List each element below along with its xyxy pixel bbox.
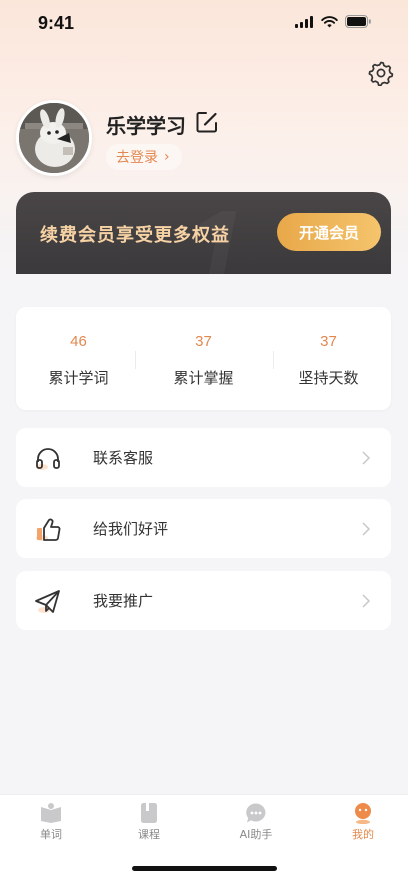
profile-icon xyxy=(355,803,371,824)
menu-item-promote[interactable]: 我要推广 xyxy=(16,571,391,630)
chevron-right-icon xyxy=(362,594,371,608)
divider xyxy=(135,351,136,369)
tab-words[interactable]: 单词 xyxy=(0,795,102,855)
tab-profile[interactable]: 我的 xyxy=(312,795,408,855)
chevron-right-icon: › xyxy=(164,149,170,165)
chat-bubble-icon xyxy=(246,803,266,823)
menu-label: 联系客服 xyxy=(93,449,154,467)
login-label: 去登录 xyxy=(116,150,158,166)
stat-value: 37 xyxy=(320,333,337,350)
menu-label: 给我们好评 xyxy=(93,520,169,538)
stat-words-learned[interactable]: 46 累计学词 xyxy=(16,307,141,410)
settings-button[interactable] xyxy=(368,60,394,87)
avatar-image xyxy=(19,103,89,173)
wifi-icon xyxy=(321,15,338,27)
vip-promo-text: 续费会员享受更多权益 xyxy=(40,225,230,246)
stat-label: 累计学词 xyxy=(48,369,109,387)
stat-streak-days[interactable]: 37 坚持天数 xyxy=(266,307,391,410)
signal-icon xyxy=(295,15,313,28)
tab-label: 课程 xyxy=(138,828,160,841)
vip-banner[interactable]: 1 续费会员享受更多权益 开通会员 xyxy=(16,192,391,274)
notebook-icon xyxy=(141,803,157,823)
gear-icon xyxy=(368,61,394,87)
menu-item-rate-us[interactable]: 给我们好评 xyxy=(16,499,391,558)
stat-value: 46 xyxy=(70,333,87,350)
stat-label: 坚持天数 xyxy=(298,369,359,387)
stat-words-mastered[interactable]: 37 累计掌握 xyxy=(141,307,266,410)
edit-profile-button[interactable] xyxy=(195,110,219,134)
avatar[interactable] xyxy=(16,100,92,176)
stat-label: 累计掌握 xyxy=(173,369,234,387)
menu-item-contact-support[interactable]: 联系客服 xyxy=(16,428,391,487)
book-icon xyxy=(41,803,61,823)
tab-label: 我的 xyxy=(352,828,374,841)
chevron-right-icon xyxy=(362,522,371,536)
chevron-right-icon xyxy=(362,451,371,465)
edit-icon xyxy=(196,112,217,133)
tab-ai-assistant[interactable]: AI助手 xyxy=(205,795,307,855)
stat-value: 37 xyxy=(195,333,212,350)
menu-label: 我要推广 xyxy=(93,592,154,610)
username: 乐学学习 xyxy=(106,114,186,138)
stats-card: 46 累计学词 37 累计掌握 37 坚持天数 xyxy=(16,307,391,410)
status-icons xyxy=(295,15,372,28)
status-bar: 9:41 xyxy=(0,0,408,48)
open-membership-button[interactable]: 开通会员 xyxy=(277,213,381,251)
paper-plane-icon xyxy=(35,590,60,613)
battery-icon xyxy=(345,15,371,28)
tab-label: AI助手 xyxy=(239,828,273,841)
thumbs-up-icon xyxy=(36,518,61,541)
status-time: 9:41 xyxy=(38,13,75,33)
tab-courses[interactable]: 课程 xyxy=(98,795,200,855)
home-indicator xyxy=(132,866,277,871)
login-button[interactable]: 去登录 › xyxy=(106,144,182,170)
tab-label: 单词 xyxy=(40,828,62,841)
headset-icon xyxy=(36,448,60,470)
